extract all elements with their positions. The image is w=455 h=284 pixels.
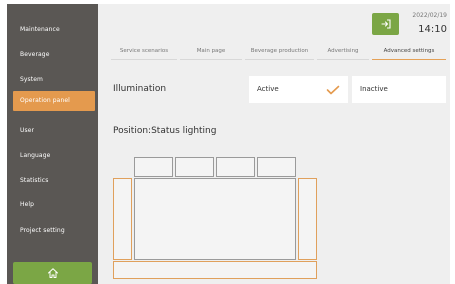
- lamp-center-panel[interactable]: [134, 178, 296, 260]
- option-label: Active: [257, 85, 279, 93]
- tab-main-page[interactable]: Main page: [180, 46, 242, 60]
- sidebar-item-label: Beverage: [20, 51, 50, 58]
- position-label: Position:Status lighting: [113, 126, 217, 136]
- sidebar-item-system[interactable]: System: [13, 70, 95, 90]
- lamp-right-side[interactable]: [298, 178, 317, 260]
- sidebar-item-user[interactable]: User: [13, 121, 95, 141]
- sidebar-item-statistics[interactable]: Statistics: [13, 171, 95, 191]
- sidebar-item-label: Project setting: [20, 227, 65, 234]
- sidebar-item-label: Language: [20, 152, 51, 159]
- sidebar-item-language[interactable]: Language: [13, 146, 95, 166]
- sidebar-item-beverage[interactable]: Beverage: [13, 45, 95, 65]
- sidebar-item-help[interactable]: Help: [13, 195, 95, 215]
- sidebar-item-operation-panel[interactable]: Operation panel: [13, 91, 95, 111]
- sidebar-item-label: Operation panel: [20, 97, 70, 104]
- illumination-inactive-option[interactable]: Inactive: [352, 76, 446, 103]
- sidebar-item-project-setting[interactable]: Project setting: [13, 221, 95, 241]
- tab-service-scenarios[interactable]: Service scenarios: [111, 46, 177, 60]
- lamp-top-1[interactable]: [134, 157, 173, 177]
- home-button[interactable]: [13, 262, 92, 284]
- home-icon: [47, 268, 58, 278]
- lamp-bottom-strip[interactable]: [113, 261, 317, 279]
- logout-button[interactable]: [372, 13, 399, 35]
- sidebar-item-label: System: [20, 76, 43, 83]
- sidebar-item-label: Maintenance: [20, 26, 60, 33]
- tab-advanced-settings[interactable]: Advanced settings: [372, 46, 446, 60]
- tab-advertising[interactable]: Advertising: [317, 46, 369, 60]
- illumination-active-option[interactable]: Active: [249, 76, 348, 103]
- option-label: Inactive: [360, 85, 388, 93]
- checkmark-icon: [326, 85, 340, 95]
- illumination-label: Illumination: [113, 84, 167, 94]
- lamp-top-3[interactable]: [216, 157, 255, 177]
- sidebar-item-maintenance[interactable]: Maintenance: [13, 20, 95, 40]
- date-display: 2022/02/19: [412, 12, 447, 19]
- time-display: 14:10: [418, 24, 447, 35]
- sidebar-item-label: User: [20, 127, 35, 134]
- lamp-left-side[interactable]: [113, 178, 132, 260]
- sidebar: Maintenance Beverage System Operation pa…: [7, 4, 98, 284]
- logout-icon: [380, 19, 391, 29]
- lamp-top-4[interactable]: [257, 157, 296, 177]
- tab-beverage-production[interactable]: Beverage production: [245, 46, 314, 60]
- sidebar-item-label: Statistics: [20, 177, 49, 184]
- lamp-top-2[interactable]: [175, 157, 214, 177]
- sidebar-item-label: Help: [20, 201, 35, 208]
